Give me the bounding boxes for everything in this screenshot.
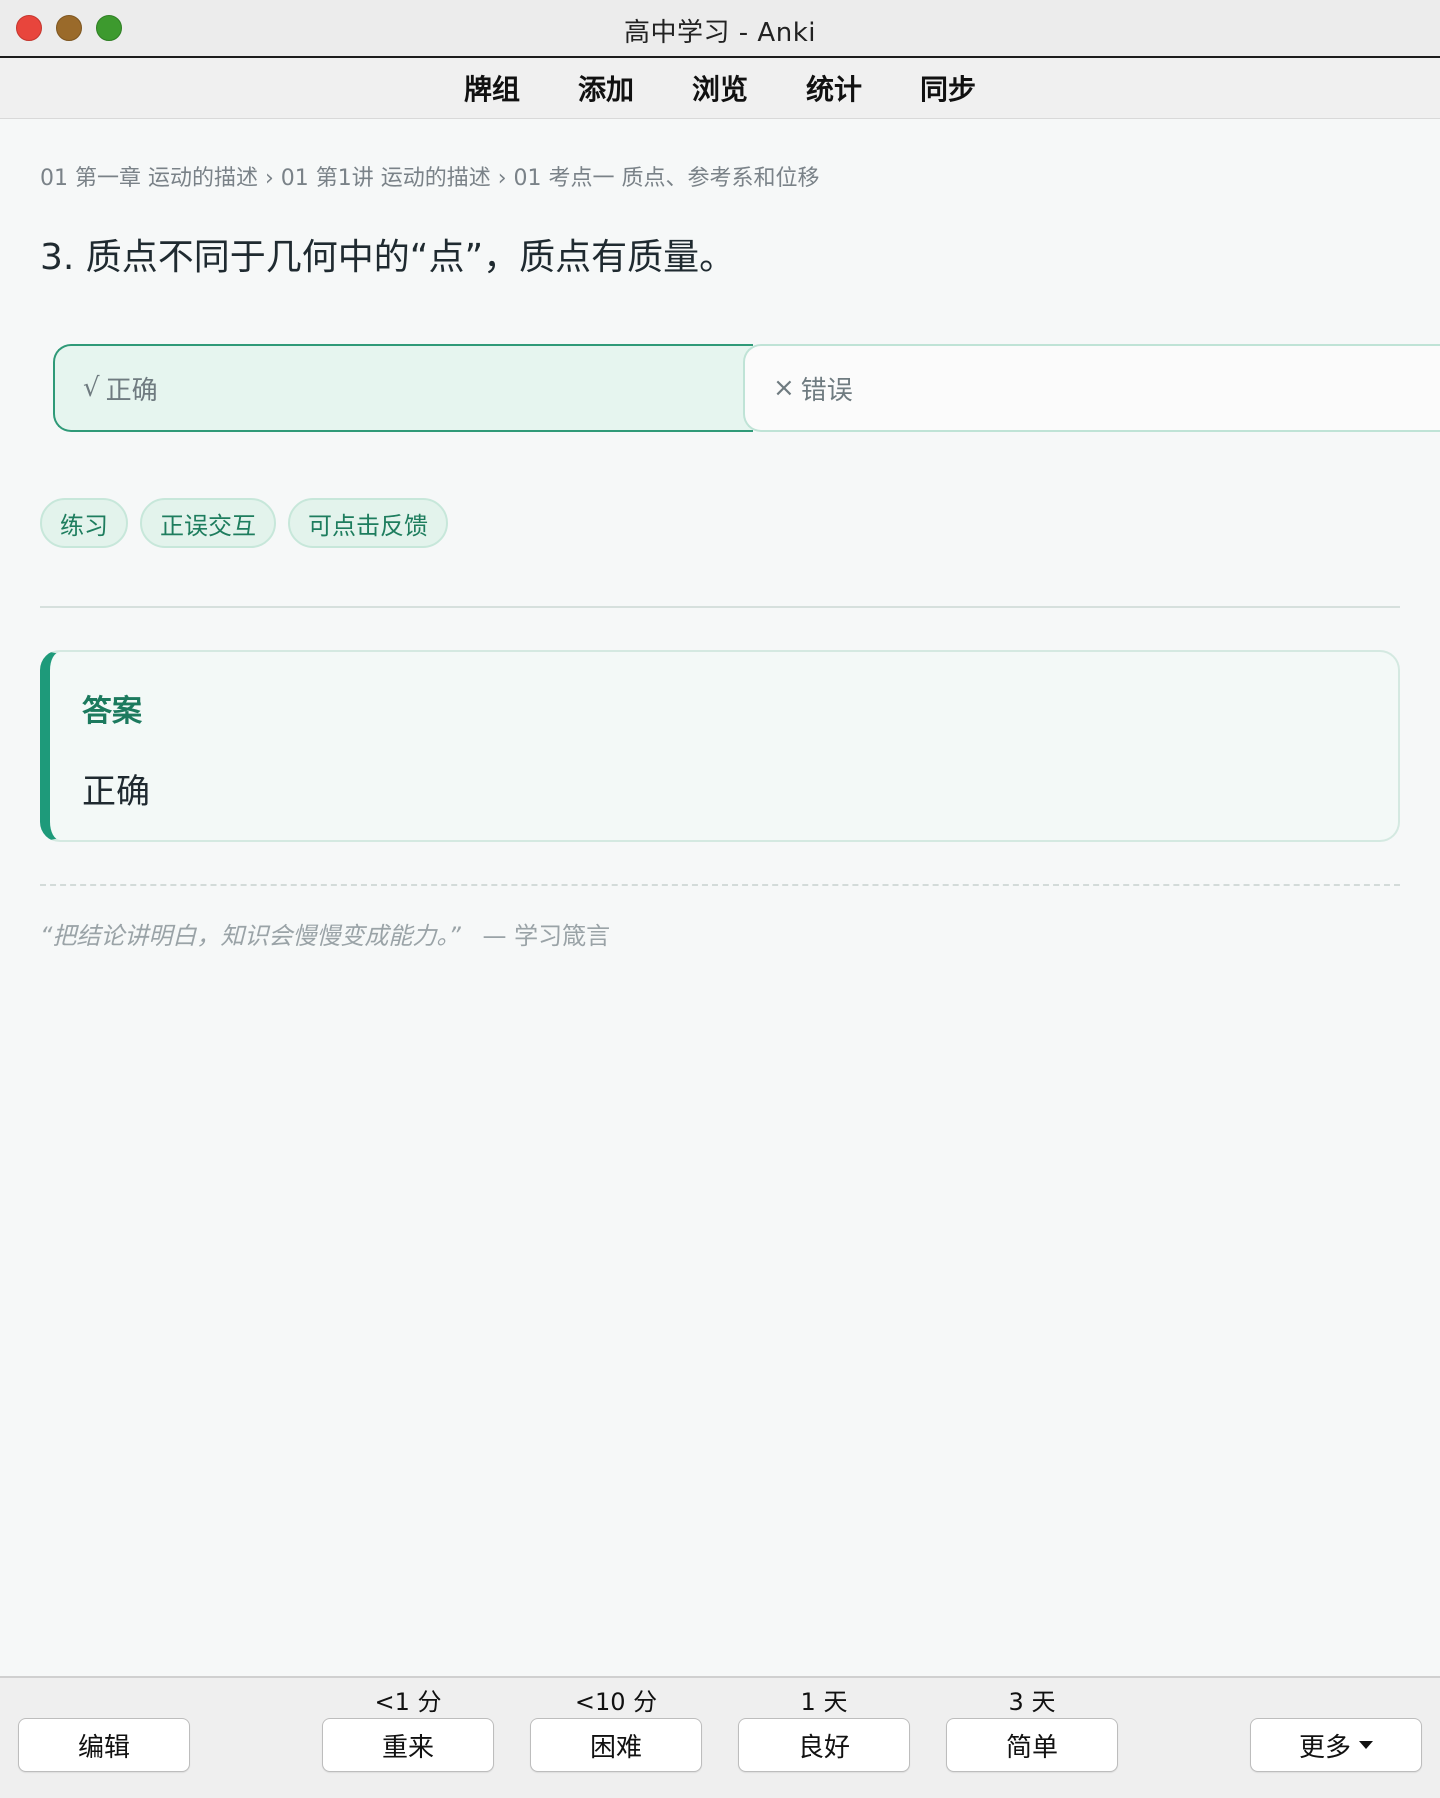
question-text: 3. 质点不同于几何中的“点”，质点有质量。 xyxy=(40,237,736,278)
toolbar-decks[interactable]: 牌组 xyxy=(435,68,549,108)
good-interval: 1 天 xyxy=(800,1688,848,1716)
more-button[interactable]: 更多 xyxy=(1250,1718,1422,1772)
hard-button[interactable]: 困难 xyxy=(530,1718,702,1772)
choice-correct[interactable]: √ 正确 xyxy=(53,344,753,432)
again-button[interactable]: 重来 xyxy=(322,1718,494,1772)
tag-list: 练习 正误交互 可点击反馈 xyxy=(40,498,448,548)
hard-interval: <10 分 xyxy=(574,1688,658,1716)
quote-text: “把结论讲明白，知识会慢慢变成能力。” xyxy=(40,922,461,950)
window-title: 高中学习 - Anki xyxy=(624,18,816,48)
tag-true-false[interactable]: 正误交互 xyxy=(140,498,276,548)
choice-wrong-label: 错误 xyxy=(800,375,853,406)
anki-window: 高中学习 - Anki 牌组 添加 浏览 统计 同步 01 第一章 运动的描述 … xyxy=(0,0,1440,1798)
answer-box: 答案 正确 xyxy=(40,650,1400,842)
good-button[interactable]: 良好 xyxy=(738,1718,910,1772)
toolbar-stats[interactable]: 统计 xyxy=(777,68,891,108)
answer-value: 正确 xyxy=(82,772,150,812)
toolbar-browse[interactable]: 浏览 xyxy=(663,68,777,108)
breadcrumb: 01 第一章 运动的描述 › 01 第1讲 运动的描述 › 01 考点一 质点、… xyxy=(40,166,820,191)
caret-down-icon xyxy=(1359,1741,1373,1749)
toolbar-add[interactable]: 添加 xyxy=(549,68,663,108)
quote-source: — 学习箴言 xyxy=(482,922,611,950)
edit-button[interactable]: 编辑 xyxy=(18,1718,190,1772)
again-interval: <1 分 xyxy=(374,1688,442,1716)
answer-label: 答案 xyxy=(82,694,142,729)
tag-clickable-feedback[interactable]: 可点击反馈 xyxy=(288,498,448,548)
title-bar: 高中学习 - Anki xyxy=(0,0,1440,58)
main-toolbar: 牌组 添加 浏览 统计 同步 xyxy=(0,58,1440,119)
easy-interval: 3 天 xyxy=(1008,1688,1056,1716)
toolbar-sync[interactable]: 同步 xyxy=(891,68,1005,108)
choice-group: √ 正确 × 错误 xyxy=(53,344,1440,436)
dashed-divider xyxy=(40,884,1400,886)
cross-icon: × xyxy=(773,373,795,403)
quote: “把结论讲明白，知识会慢慢变成能力。” — 学习箴言 xyxy=(40,916,610,951)
easy-button[interactable]: 简单 xyxy=(946,1718,1118,1772)
divider xyxy=(40,606,1400,608)
more-button-label: 更多 xyxy=(1298,1732,1351,1763)
tag-practice[interactable]: 练习 xyxy=(40,498,128,548)
choice-correct-label: 正确 xyxy=(105,375,158,406)
choice-wrong[interactable]: × 错误 xyxy=(743,344,1440,432)
check-icon: √ xyxy=(83,373,100,403)
review-bottom-bar: 编辑 <1 分 重来 <10 分 困难 1 天 良好 3 天 简单 更多 xyxy=(0,1676,1440,1798)
